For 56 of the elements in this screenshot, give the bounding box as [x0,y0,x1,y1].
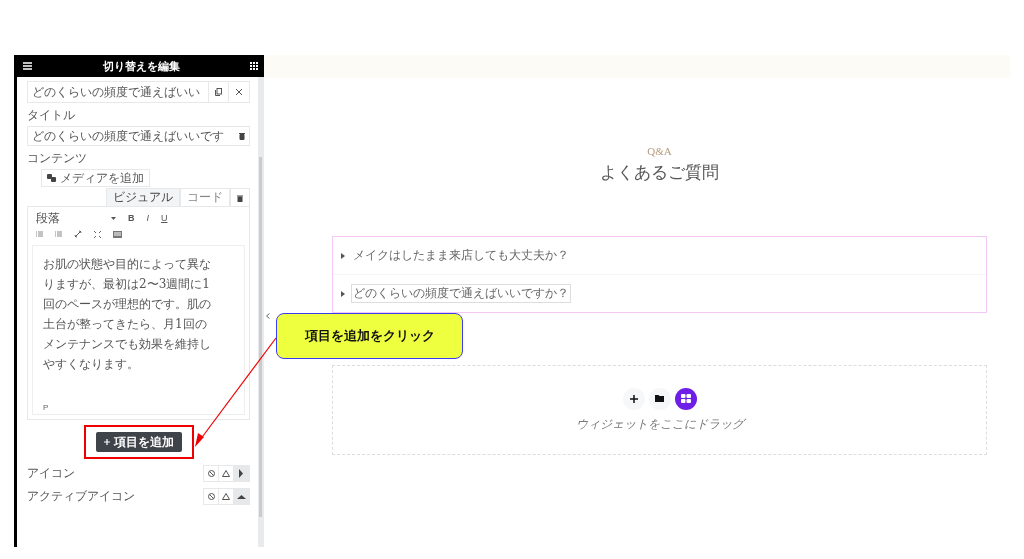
upload-button[interactable] [219,489,234,504]
keyboard-icon[interactable] [113,230,122,238]
link-icon[interactable] [74,230,82,238]
caret-icon[interactable] [341,252,345,259]
collapse-button[interactable] [266,313,270,319]
prohibited-icon [207,493,215,500]
icon-choice-button[interactable] [234,466,249,481]
triangle-icon [236,492,246,501]
faq-question[interactable]: どのくらいの頻度で通えばいいですか？ [351,284,571,303]
widgets-button[interactable] [674,387,697,410]
icon-label: アクティブアイコン [27,488,135,505]
scrollbar-thumb[interactable] [259,157,262,517]
title-input[interactable]: どのくらいの頻度で通えばいいです [27,126,250,146]
format-button[interactable]: I [146,213,149,223]
upload-button[interactable] [219,466,234,481]
panel-title: 切り替えを編集 [102,58,180,74]
faq-question[interactable]: メイクはしたまま来店しても大丈夫か？ [351,246,571,265]
folder-icon [655,395,664,402]
upload-icon [222,470,230,477]
format-dropdown[interactable]: 段落 [36,209,116,227]
editor-tab[interactable]: ビジュアル [106,188,180,206]
chevron-icon [266,313,270,319]
title-label: タイトル [27,107,76,124]
grid-icon [680,394,691,403]
icon-label: アイコン [27,465,75,482]
caret-icon[interactable] [341,290,345,297]
answer-text[interactable]: お肌の状態や目的によって異なりますが、最初は2〜3週間に1回のペースが理想的です。肌の土台が整ってきたら、月1回のメンテナンスでも効果を維持しやすくなります。 [43,254,213,374]
trash-icon[interactable] [238,132,246,140]
close-icon [236,89,242,95]
add-section-button[interactable] [622,387,645,410]
plus-icon [629,394,638,403]
fullscreen-icon[interactable] [94,230,101,238]
prohibited-icon [207,470,215,477]
upload-icon [222,493,230,500]
media-icon [47,174,56,182]
grid-icon[interactable] [250,62,258,70]
section-heading: よくあるご質問 [600,161,719,184]
menu-icon[interactable] [23,62,32,70]
icon-choice-button[interactable] [234,489,249,504]
drop-hint: ウィジェットをここにドラッグ [575,415,744,433]
content-label: コンテンツ [27,150,88,167]
callout-text: 項目を追加をクリック [276,313,463,359]
copy-icon [215,88,222,96]
triangle-icon [236,469,246,478]
caret-icon [111,216,116,220]
trash-icon [237,194,243,202]
template-folder-button[interactable] [648,387,671,410]
format-button[interactable]: B [128,213,135,223]
delete-button[interactable] [230,188,250,206]
section-eyebrow: Q&A [647,145,672,157]
plus-icon [103,439,110,445]
editor-tab[interactable]: コード [180,188,230,206]
element-path: P [43,403,50,412]
add-media-button[interactable]: メディアを追加 [41,169,150,187]
add-item-button[interactable]: 項目を追加 [95,432,182,452]
format-button[interactable]: U [161,213,168,223]
